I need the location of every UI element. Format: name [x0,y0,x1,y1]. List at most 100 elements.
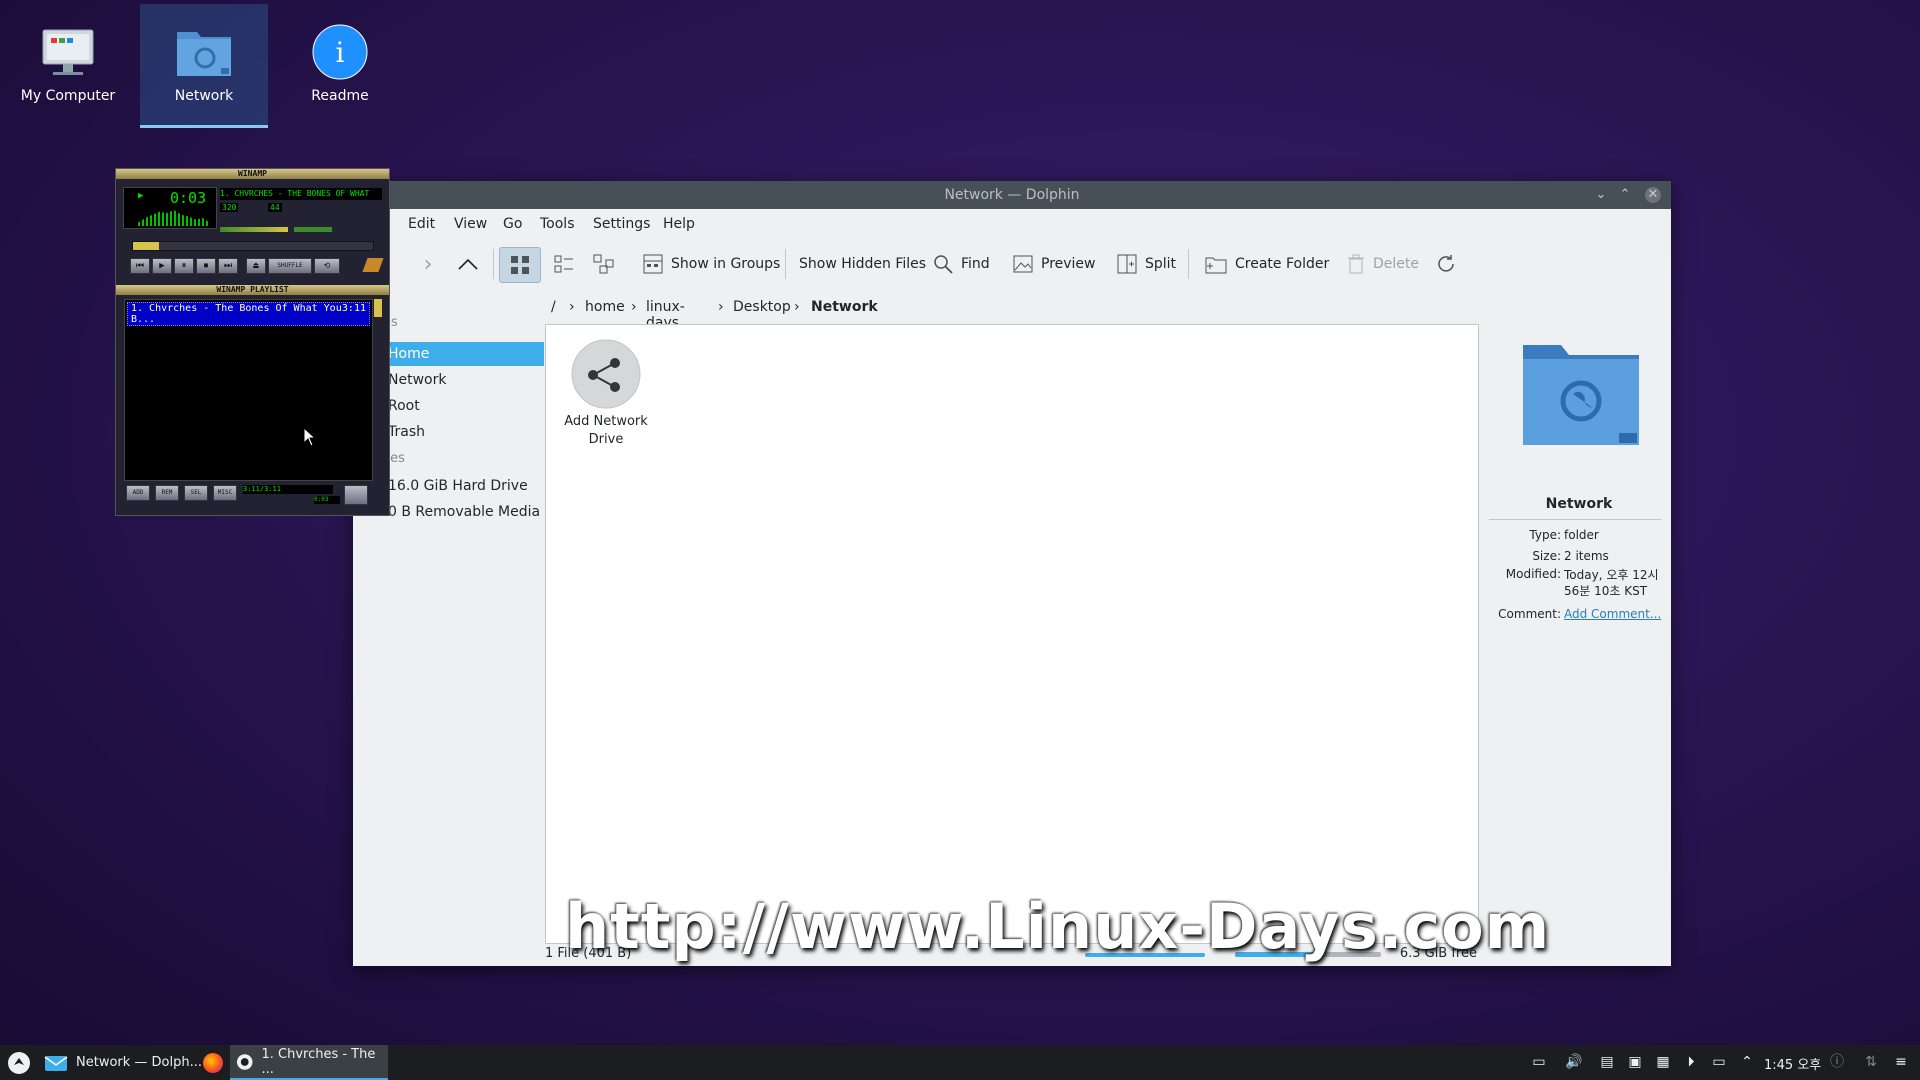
menu-edit[interactable]: Edit [408,216,435,232]
clock[interactable]: 1:45 오후 [1764,1054,1821,1073]
grid-view-icon [511,256,529,274]
file-item[interactable]: Add Network Drive [556,339,656,449]
playlist-misc-button[interactable]: MISC [213,485,237,501]
task-dolphin[interactable]: Network — Dolph... [40,1045,208,1080]
image-icon [1013,255,1033,273]
up-button[interactable] [453,247,483,281]
seek-bar[interactable] [132,241,374,251]
media-player-icon[interactable]: ⏵ [1682,1053,1700,1071]
eject-button[interactable]: ⏏ [246,258,266,274]
menu-icon[interactable]: ≡ [1892,1053,1910,1071]
updates-icon[interactable]: ▦ [1654,1053,1672,1071]
new-folder-icon [1205,257,1227,274]
stop-button[interactable]: ⏹ [196,258,216,274]
preview-button[interactable]: Preview [1013,247,1096,281]
balance-slider[interactable] [294,227,332,232]
file-item-label: Add Network Drive [564,414,648,447]
breadcrumb-network[interactable]: Network [811,299,878,315]
play-indicator-icon: ▶ [138,191,144,201]
show-hidden-files-button[interactable]: Show Hidden Files [799,247,926,281]
playlist-time: 3:11/3:11 [243,485,333,494]
menu-view[interactable]: View [454,216,487,232]
delete-button[interactable]: Delete [1347,247,1419,281]
window-titlebar[interactable]: Network — Dolphin ⌄ ⌃ ✕ [353,181,1671,209]
devices-icon[interactable]: ▣ [1626,1053,1644,1071]
show-in-groups-label: Show in Groups [671,256,781,272]
menu-tools[interactable]: Tools [540,216,575,232]
previous-button[interactable]: ⏮ [130,258,150,274]
find-button[interactable]: Find [933,247,990,281]
breadcrumb-root[interactable]: / [551,299,556,315]
computer-icon [39,24,97,80]
playlist-title: WINAMP PLAYLIST [216,285,289,294]
terminal-icon[interactable]: ▭ [1530,1053,1548,1071]
task-label: Network — Dolph... [76,1055,203,1070]
playlist-scrollbar[interactable] [374,299,382,479]
reload-button[interactable] [1435,247,1457,281]
menu-settings[interactable]: Settings [593,216,650,232]
split-icon [1117,254,1137,274]
spectrum-analyzer [138,210,210,226]
chevron-right-icon: › [423,251,433,277]
playlist-remove-button[interactable]: REM [155,485,179,501]
chevron-up-icon[interactable]: ⌃ [1738,1053,1756,1071]
playlist-titlebar[interactable]: WINAMP PLAYLIST [116,285,389,295]
menu-go[interactable]: Go [503,216,522,232]
playlist[interactable]: 1. Chvrches - The Bones Of What You B...… [124,299,373,481]
volume-slider[interactable] [220,227,288,232]
trash-icon [1348,254,1364,274]
details-view-button[interactable] [589,247,619,281]
network-monitor-icon[interactable]: ▭ [1710,1053,1728,1071]
breadcrumb-desktop[interactable]: Desktop [733,299,791,315]
breadcrumb-home[interactable]: home [585,299,625,315]
info-icon[interactable]: ⓘ [1828,1053,1846,1071]
repeat-button[interactable]: ⟲ [314,258,340,274]
panel-settings-icon[interactable]: ⇅ [1862,1053,1880,1071]
task-winamp[interactable]: 1. Chvrches - The ... [230,1045,388,1080]
play-button[interactable]: ▶ [152,258,172,274]
winamp-titlebar[interactable]: WINAMP [116,169,389,179]
pause-button[interactable]: ⏸ [174,258,194,274]
places-item-label: 0 B Removable Media [388,504,541,520]
maximize-button[interactable]: ⌃ [1617,187,1633,203]
volume-icon[interactable]: 🔊 [1565,1053,1583,1071]
menu-help[interactable]: Help [663,216,695,232]
winamp-window: WINAMP ▶ 0:03 1. CHVRCHES - THE BONES OF… [115,168,390,516]
chevron-up-icon [458,258,478,270]
preview-label: Preview [1041,256,1096,272]
create-folder-label: Create Folder [1235,256,1330,272]
winamp-kbps: 320 [220,203,239,212]
show-hidden-label: Show Hidden Files [799,256,927,272]
firefox-launcher[interactable] [203,1053,223,1073]
create-folder-button[interactable]: Create Folder [1205,247,1329,281]
playlist-add-button[interactable]: ADD [126,485,150,501]
info-modified-value: Today, 오후 12시 56분 10초 KST [1564,568,1659,598]
forward-button[interactable]: › [413,247,443,281]
winamp-icon [236,1053,253,1070]
playlist-select-button[interactable]: SEL [184,485,208,501]
compact-view-button[interactable] [549,247,579,281]
file-view[interactable]: Add Network Drive [545,324,1479,944]
minimize-button[interactable]: ⌄ [1593,187,1609,203]
information-panel: Network Type: folder Size: 2 items Modif… [1489,324,1669,924]
seek-thumb[interactable] [133,242,159,250]
desktop-icon-network[interactable]: Network [140,4,268,128]
close-button[interactable]: ✕ [1645,187,1661,203]
split-button[interactable]: Split [1117,247,1176,281]
info-type-value: folder [1564,528,1599,542]
chevron-right-icon: › [794,299,800,315]
playlist-item[interactable]: 1. Chvrches - The Bones Of What You B...… [127,302,370,326]
add-comment-link[interactable]: Add Comment... [1564,607,1661,621]
next-button[interactable]: ⏭ [218,258,238,274]
icons-view-button[interactable] [499,247,541,283]
playlist-list-options-button[interactable] [344,485,368,505]
clipboard-icon[interactable]: ▤ [1598,1053,1616,1071]
info-modified-label: Modified: [1505,567,1561,581]
info-size-label: Size: [1532,549,1561,563]
toolbar: › Show in Groups Show Hidden Files Find [353,239,1671,289]
desktop-icon-my-computer[interactable]: My Computer [4,4,132,128]
application-launcher-button[interactable] [8,1052,30,1074]
shuffle-button[interactable]: SHUFFLE [268,258,312,274]
show-in-groups-button[interactable]: Show in Groups [643,247,780,281]
desktop-icon-readme[interactable]: i Readme [276,4,404,128]
